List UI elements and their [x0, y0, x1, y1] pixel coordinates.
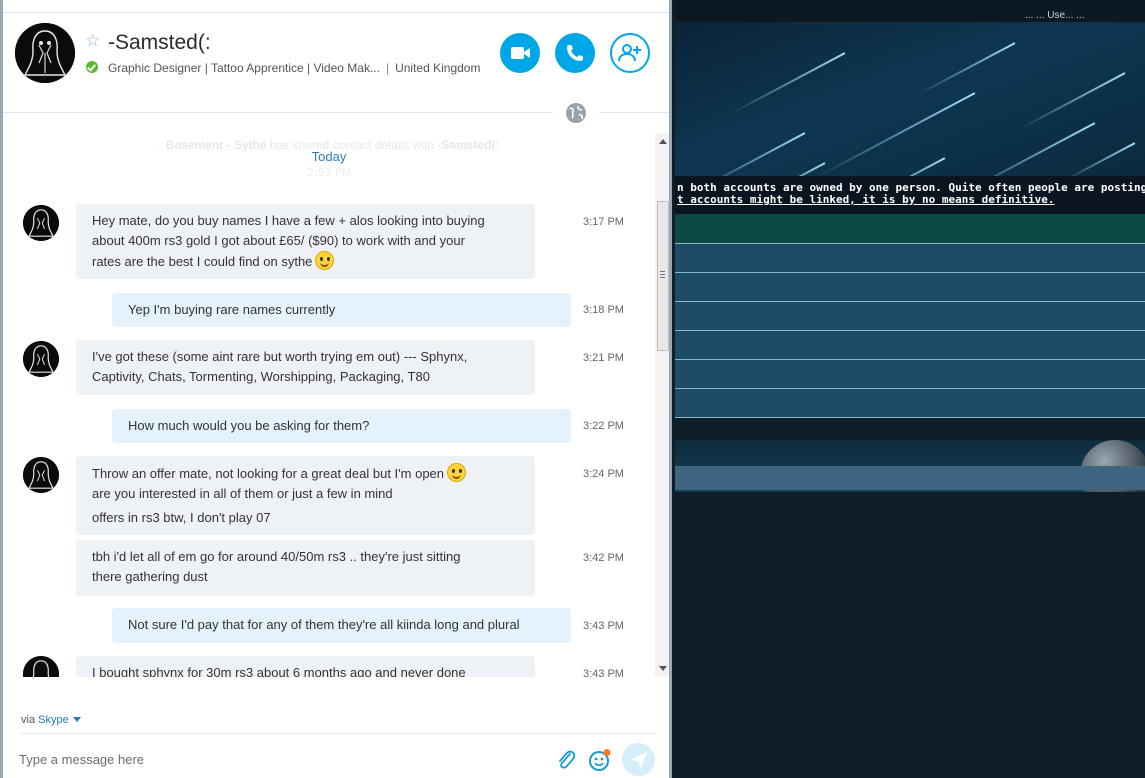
scroll-down-arrow-icon[interactable]	[659, 666, 667, 671]
day-separator: Today	[311, 149, 347, 164]
notice-link[interactable]: t accounts might be linked, it is by no …	[677, 194, 1145, 206]
forum-footer-bar	[675, 466, 1145, 490]
online-check-icon	[86, 61, 98, 73]
table-row	[675, 360, 1145, 389]
incoming-message[interactable]: tbh i'd let all of em go for around 40/5…	[76, 540, 535, 596]
video-camera-icon	[511, 47, 530, 59]
contact-location: United Kingdom	[395, 61, 481, 75]
system-notice-time: 2:53 PM	[306, 166, 352, 179]
smiley-icon[interactable]	[588, 748, 612, 772]
via-skype-link[interactable]: Skype	[38, 714, 69, 726]
message-time: 3:22 PM	[583, 420, 624, 432]
message-line: are you interested in all of them or jus…	[92, 486, 393, 501]
outgoing-message[interactable]: How much would you be asking for them?	[112, 409, 571, 443]
forum-banner-image	[675, 22, 1145, 176]
incoming-message[interactable]: I bought sphynx for 30m rs3 about 6 mont…	[76, 656, 535, 677]
message-input[interactable]	[19, 745, 539, 773]
smiley-emoticon-icon	[447, 463, 467, 482]
table-row	[675, 244, 1145, 273]
via-label: via	[21, 714, 36, 726]
table-row	[675, 302, 1145, 331]
message-time: 3:18 PM	[583, 304, 624, 316]
message-line: I bought sphynx for 30m rs3 about 6 mont…	[92, 665, 466, 677]
message-line: there gathering dust	[92, 569, 208, 584]
incoming-message[interactable]: I've got these (some aint rare but worth…	[76, 340, 535, 395]
globe-icon[interactable]	[564, 101, 588, 125]
audio-call-button[interactable]	[555, 33, 595, 73]
table-row	[675, 331, 1145, 360]
message-line: tbh i'd let all of em go for around 40/5…	[92, 549, 461, 564]
contact-avatar[interactable]	[15, 23, 75, 83]
message-line: I've got these (some aint rare but worth…	[92, 349, 468, 364]
sender-avatar[interactable]	[23, 341, 59, 377]
send-icon	[630, 752, 647, 768]
background-browser-page: ... ... Use... ... n both accounts are o…	[675, 0, 1145, 778]
message-line: Hey mate, do you buy names I have a few …	[92, 213, 485, 228]
message-line-text: rates are the best I could find on sythe	[92, 254, 313, 269]
scroll-up-arrow-icon[interactable]	[659, 139, 667, 144]
sender-avatar[interactable]	[23, 656, 59, 677]
forum-top-text: ... ... Use... ...	[1025, 10, 1085, 21]
add-participant-button[interactable]	[610, 33, 650, 73]
paperclip-icon[interactable]	[555, 748, 577, 772]
mood-text: Graphic Designer | Tattoo Apprentice | V…	[108, 61, 380, 75]
message-line: Captivity, Chats, Tormenting, Worshippin…	[92, 369, 430, 384]
table-row	[675, 214, 1145, 244]
message-history[interactable]: - Basement - Sythe has shared contact de…	[3, 133, 655, 677]
via-selector[interactable]: via Skype	[21, 714, 81, 726]
compose-divider	[21, 733, 655, 734]
video-call-button[interactable]	[500, 33, 540, 73]
forum-footer-banner	[675, 440, 1145, 492]
message-line: rates are the best I could find on sythe	[92, 251, 519, 272]
message-time: 3:43 PM	[583, 668, 624, 677]
sender-avatar[interactable]	[23, 205, 59, 241]
sender-avatar[interactable]	[23, 457, 59, 493]
contact-mood: Graphic Designer | Tattoo Apprentice | V…	[108, 61, 480, 75]
header-divider-right	[599, 112, 669, 113]
phone-icon	[567, 45, 583, 61]
outgoing-message[interactable]: Not sure I'd pay that for any of them th…	[112, 608, 571, 643]
message-line: Not sure I'd pay that for any of them th…	[128, 617, 520, 632]
forum-notice: n both accounts are owned by one person.…	[675, 176, 1145, 214]
message-time: 3:21 PM	[583, 352, 624, 364]
mood-separator: |	[385, 61, 390, 75]
message-line: offers in rs3 btw, I don't play 07	[92, 510, 271, 525]
skype-conversation-window: ☆ -Samsted(: Graphic Designer | Tattoo A…	[0, 0, 672, 778]
chat-scrollbar[interactable]	[655, 133, 669, 677]
message-time: 3:17 PM	[583, 216, 624, 228]
smiley-emoticon-icon	[315, 251, 335, 270]
add-person-icon	[618, 44, 641, 62]
message-line: Throw an offer mate, not looking for a g…	[92, 463, 519, 484]
incoming-message[interactable]: Throw an offer mate, not looking for a g…	[76, 456, 535, 535]
chevron-down-icon[interactable]	[72, 717, 81, 722]
table-row	[675, 273, 1145, 302]
outgoing-message[interactable]: Yep I'm buying rare names currently	[112, 293, 571, 327]
message-time: 3:42 PM	[583, 552, 624, 564]
header-divider	[3, 112, 553, 113]
message-line: Yep I'm buying rare names currently	[128, 302, 336, 317]
scrollbar-grip-icon	[660, 271, 665, 278]
forum-table	[675, 214, 1145, 418]
title-divider	[3, 12, 669, 13]
contact-name: -Samsted(:	[108, 31, 211, 54]
message-line-text: Throw an offer mate, not looking for a g…	[92, 466, 445, 481]
message-line: How much would you be asking for them?	[128, 418, 370, 433]
message-time: 3:43 PM	[583, 620, 624, 632]
table-row	[675, 389, 1145, 418]
incoming-message[interactable]: Hey mate, do you buy names I have a few …	[76, 204, 535, 279]
star-icon[interactable]: ☆	[85, 33, 100, 50]
message-time: 3:24 PM	[583, 468, 624, 480]
forum-top-bar: ... ... Use... ...	[675, 0, 1145, 22]
message-line: about 400m rs3 gold I got about £65/ ($9…	[92, 233, 465, 248]
send-button[interactable]	[622, 743, 655, 776]
